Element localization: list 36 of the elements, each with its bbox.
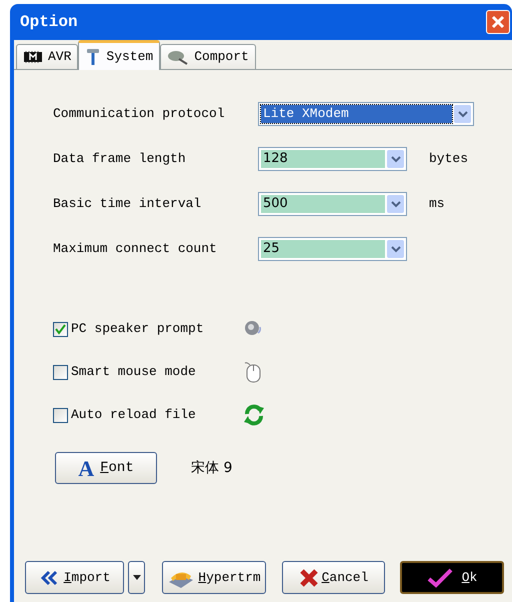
setting-label: Basic time interval xyxy=(53,195,202,214)
close-button[interactable] xyxy=(486,10,510,34)
window-title: Option xyxy=(20,12,78,33)
import-button[interactable]: Import xyxy=(25,561,124,594)
tab[interactable]: Comport xyxy=(160,44,256,69)
connector-icon xyxy=(167,49,190,65)
checkbox[interactable]: Smart mouse mode xyxy=(53,362,243,382)
hammer-icon xyxy=(85,48,102,66)
checkmark-icon xyxy=(426,568,453,588)
checkbox[interactable]: PC speaker prompt xyxy=(53,319,243,339)
close-icon xyxy=(491,15,505,29)
cross-icon xyxy=(298,568,319,588)
checkbox[interactable]: Auto reload file xyxy=(53,405,243,425)
ok-button[interactable]: Ok xyxy=(400,561,504,594)
setting-label: Maximum connect count xyxy=(53,240,218,258)
setting-label: Communication protocol xyxy=(53,105,226,124)
mouse-icon xyxy=(243,361,263,383)
tab[interactable]: System xyxy=(78,40,160,70)
caret-icon xyxy=(132,574,140,580)
letter-a-icon: A xyxy=(78,452,94,484)
cancel-button[interactable]: Cancel xyxy=(282,561,385,594)
unit-label: ms xyxy=(429,195,445,214)
chip-icon xyxy=(23,50,43,64)
combo-box[interactable]: 128 xyxy=(258,147,407,171)
hypertrm-button[interactable]: Hypertrm xyxy=(162,561,266,594)
combo-box[interactable]: Lite XModem xyxy=(258,102,474,126)
reload-icon xyxy=(243,404,265,426)
combo-box[interactable]: 25 xyxy=(258,237,407,261)
check-icon xyxy=(55,324,66,334)
font-value: 宋体 9 xyxy=(191,458,232,478)
dropdown-button[interactable] xyxy=(128,561,145,594)
setting-label: Data frame length xyxy=(53,150,187,168)
font-button[interactable]: A Font xyxy=(55,452,157,484)
combo-box[interactable]: 500 xyxy=(258,192,407,216)
tab[interactable]: AVR xyxy=(16,44,78,69)
unit-label: bytes xyxy=(429,150,468,168)
